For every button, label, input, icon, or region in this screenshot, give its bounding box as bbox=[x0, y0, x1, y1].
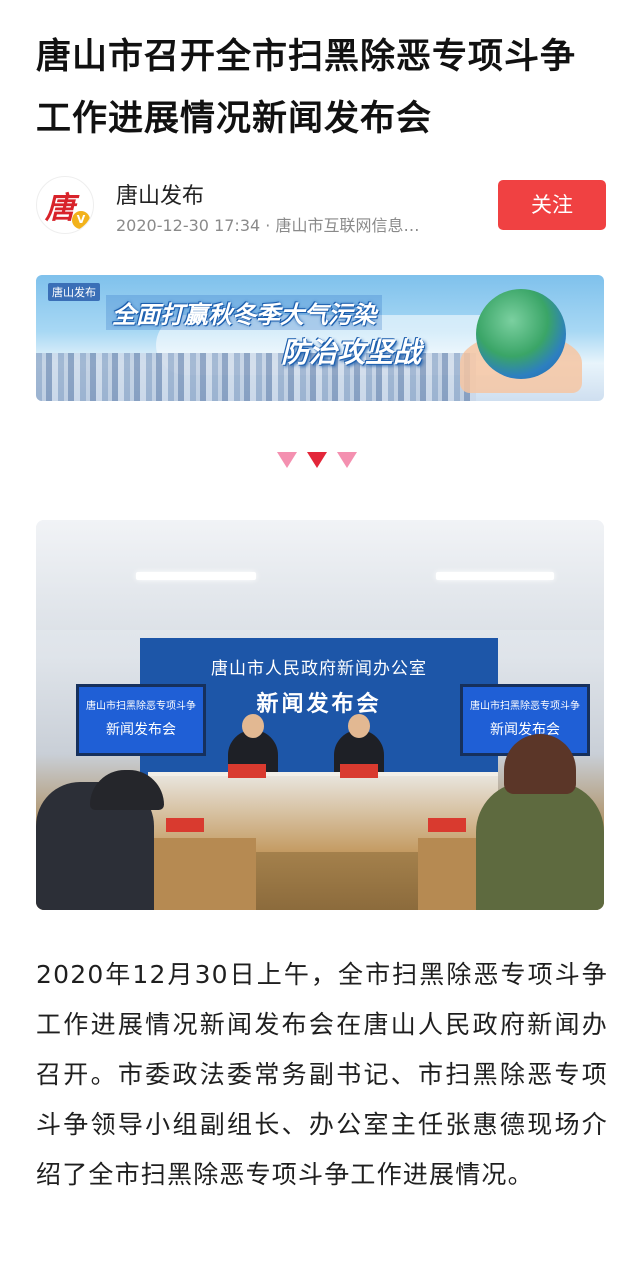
speaker-head bbox=[242, 714, 264, 738]
display-screen-left: 唐山市扫黑除恶专项斗争 新闻发布会 bbox=[76, 684, 206, 756]
heart-icon bbox=[337, 452, 357, 468]
press-conference-photo[interactable]: 唐山市人民政府新闻办公室 新闻发布会 唐山市扫黑除恶专项斗争 新闻发布会 唐山市… bbox=[36, 520, 604, 910]
author-name[interactable]: 唐山发布 bbox=[116, 178, 204, 210]
article-body: 2020年12月30日上午，全市扫黑除恶专项斗争工作进展情况新闻发布会在唐山人民… bbox=[36, 960, 608, 1189]
nameplate bbox=[428, 818, 466, 832]
verified-badge-icon: V bbox=[72, 211, 90, 229]
article-title: 唐山市召开全市扫黑除恶专项斗争工作进展情况新闻发布会 bbox=[36, 37, 577, 139]
author-row: 唐 V 唐山发布 2020-12-30 17:34 · 唐山市互联网信息… 关注 bbox=[36, 176, 606, 238]
banner-subheadline: 防治攻坚战 bbox=[281, 336, 422, 369]
ceiling-lamp bbox=[436, 572, 554, 580]
screen-line1: 唐山市扫黑除恶专项斗争 bbox=[470, 701, 580, 712]
follow-button[interactable]: 关注 bbox=[498, 180, 606, 230]
banner-logo: 唐山发布 bbox=[48, 283, 100, 301]
heart-icon bbox=[277, 452, 297, 468]
earth-icon bbox=[476, 289, 566, 379]
nameplate bbox=[340, 764, 378, 778]
nameplate bbox=[166, 818, 204, 832]
ceiling-lamp bbox=[136, 572, 256, 580]
heart-icon bbox=[307, 452, 327, 468]
heart-divider bbox=[277, 452, 367, 472]
screen-line1: 唐山市扫黑除恶专项斗争 bbox=[86, 701, 196, 712]
banner-headline: 全面打赢秋冬季大气污染 bbox=[106, 295, 382, 330]
side-table bbox=[136, 838, 256, 910]
nameplate bbox=[228, 764, 266, 778]
speaker-head bbox=[348, 714, 370, 738]
audience-member bbox=[476, 782, 604, 910]
publish-meta: 2020-12-30 17:34 · 唐山市互联网信息… bbox=[116, 216, 420, 235]
backdrop-title: 唐山市人民政府新闻办公室 bbox=[211, 659, 427, 679]
tangshan-logo-icon: 唐 bbox=[45, 191, 75, 226]
screen-line2: 新闻发布会 bbox=[106, 722, 176, 738]
banner-image: 唐山发布 全面打赢秋冬季大气污染 防治攻坚战 bbox=[36, 275, 604, 401]
author-avatar[interactable]: 唐 V bbox=[36, 176, 94, 234]
